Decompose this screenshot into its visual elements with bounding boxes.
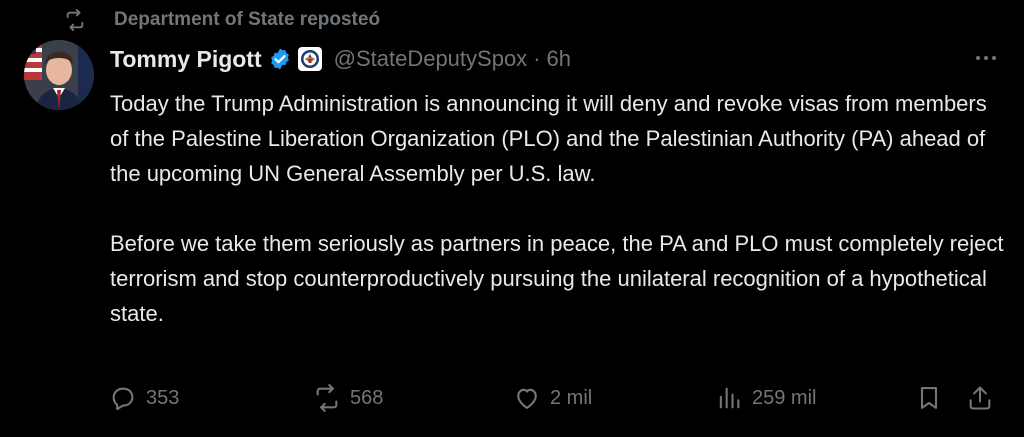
views-count: 259 mil [752,386,817,409]
verified-badge-icon[interactable] [268,47,292,71]
tweet-body: Today the Trump Administration is announ… [110,86,1010,331]
repost-button[interactable]: 568 [312,378,383,418]
reply-icon [108,383,138,413]
bookmark-icon [914,383,944,413]
tweet-paragraph-2: Before we take them seriously as partner… [110,231,1004,326]
author-handle[interactable]: @StateDeputySpox [334,46,528,72]
repost-icon [312,383,342,413]
share-button[interactable] [965,378,1003,418]
more-horizontal-icon[interactable] [972,48,1000,68]
reply-count: 353 [146,386,180,409]
tweet-action-bar: 353 568 2 mil 259 mil [108,378,1008,418]
share-icon [965,383,995,413]
views-icon [714,383,744,413]
author-display-name[interactable]: Tommy Pigott [110,46,262,73]
avatar[interactable] [24,40,94,110]
separator-dot: · [533,46,541,71]
views-button[interactable]: 259 mil [714,378,816,418]
like-button[interactable]: 2 mil [512,378,592,418]
tweet-timestamp[interactable]: 6h [547,46,571,72]
repost-banner-text: Department of State reposteó [114,9,381,30]
repost-banner[interactable]: Department of State reposteó [64,6,380,34]
tweet-paragraph-1: Today the Trump Administration is announ… [110,91,987,186]
like-count: 2 mil [550,386,593,409]
repost-icon [64,9,86,31]
bookmark-button[interactable] [914,378,952,418]
heart-icon [512,383,542,413]
state-department-seal-icon[interactable] [297,47,322,71]
repost-count: 568 [350,386,384,409]
tweet-header: Tommy Pigott @StateDeputySpox · 6h [110,40,571,78]
reply-button[interactable]: 353 [108,378,179,418]
